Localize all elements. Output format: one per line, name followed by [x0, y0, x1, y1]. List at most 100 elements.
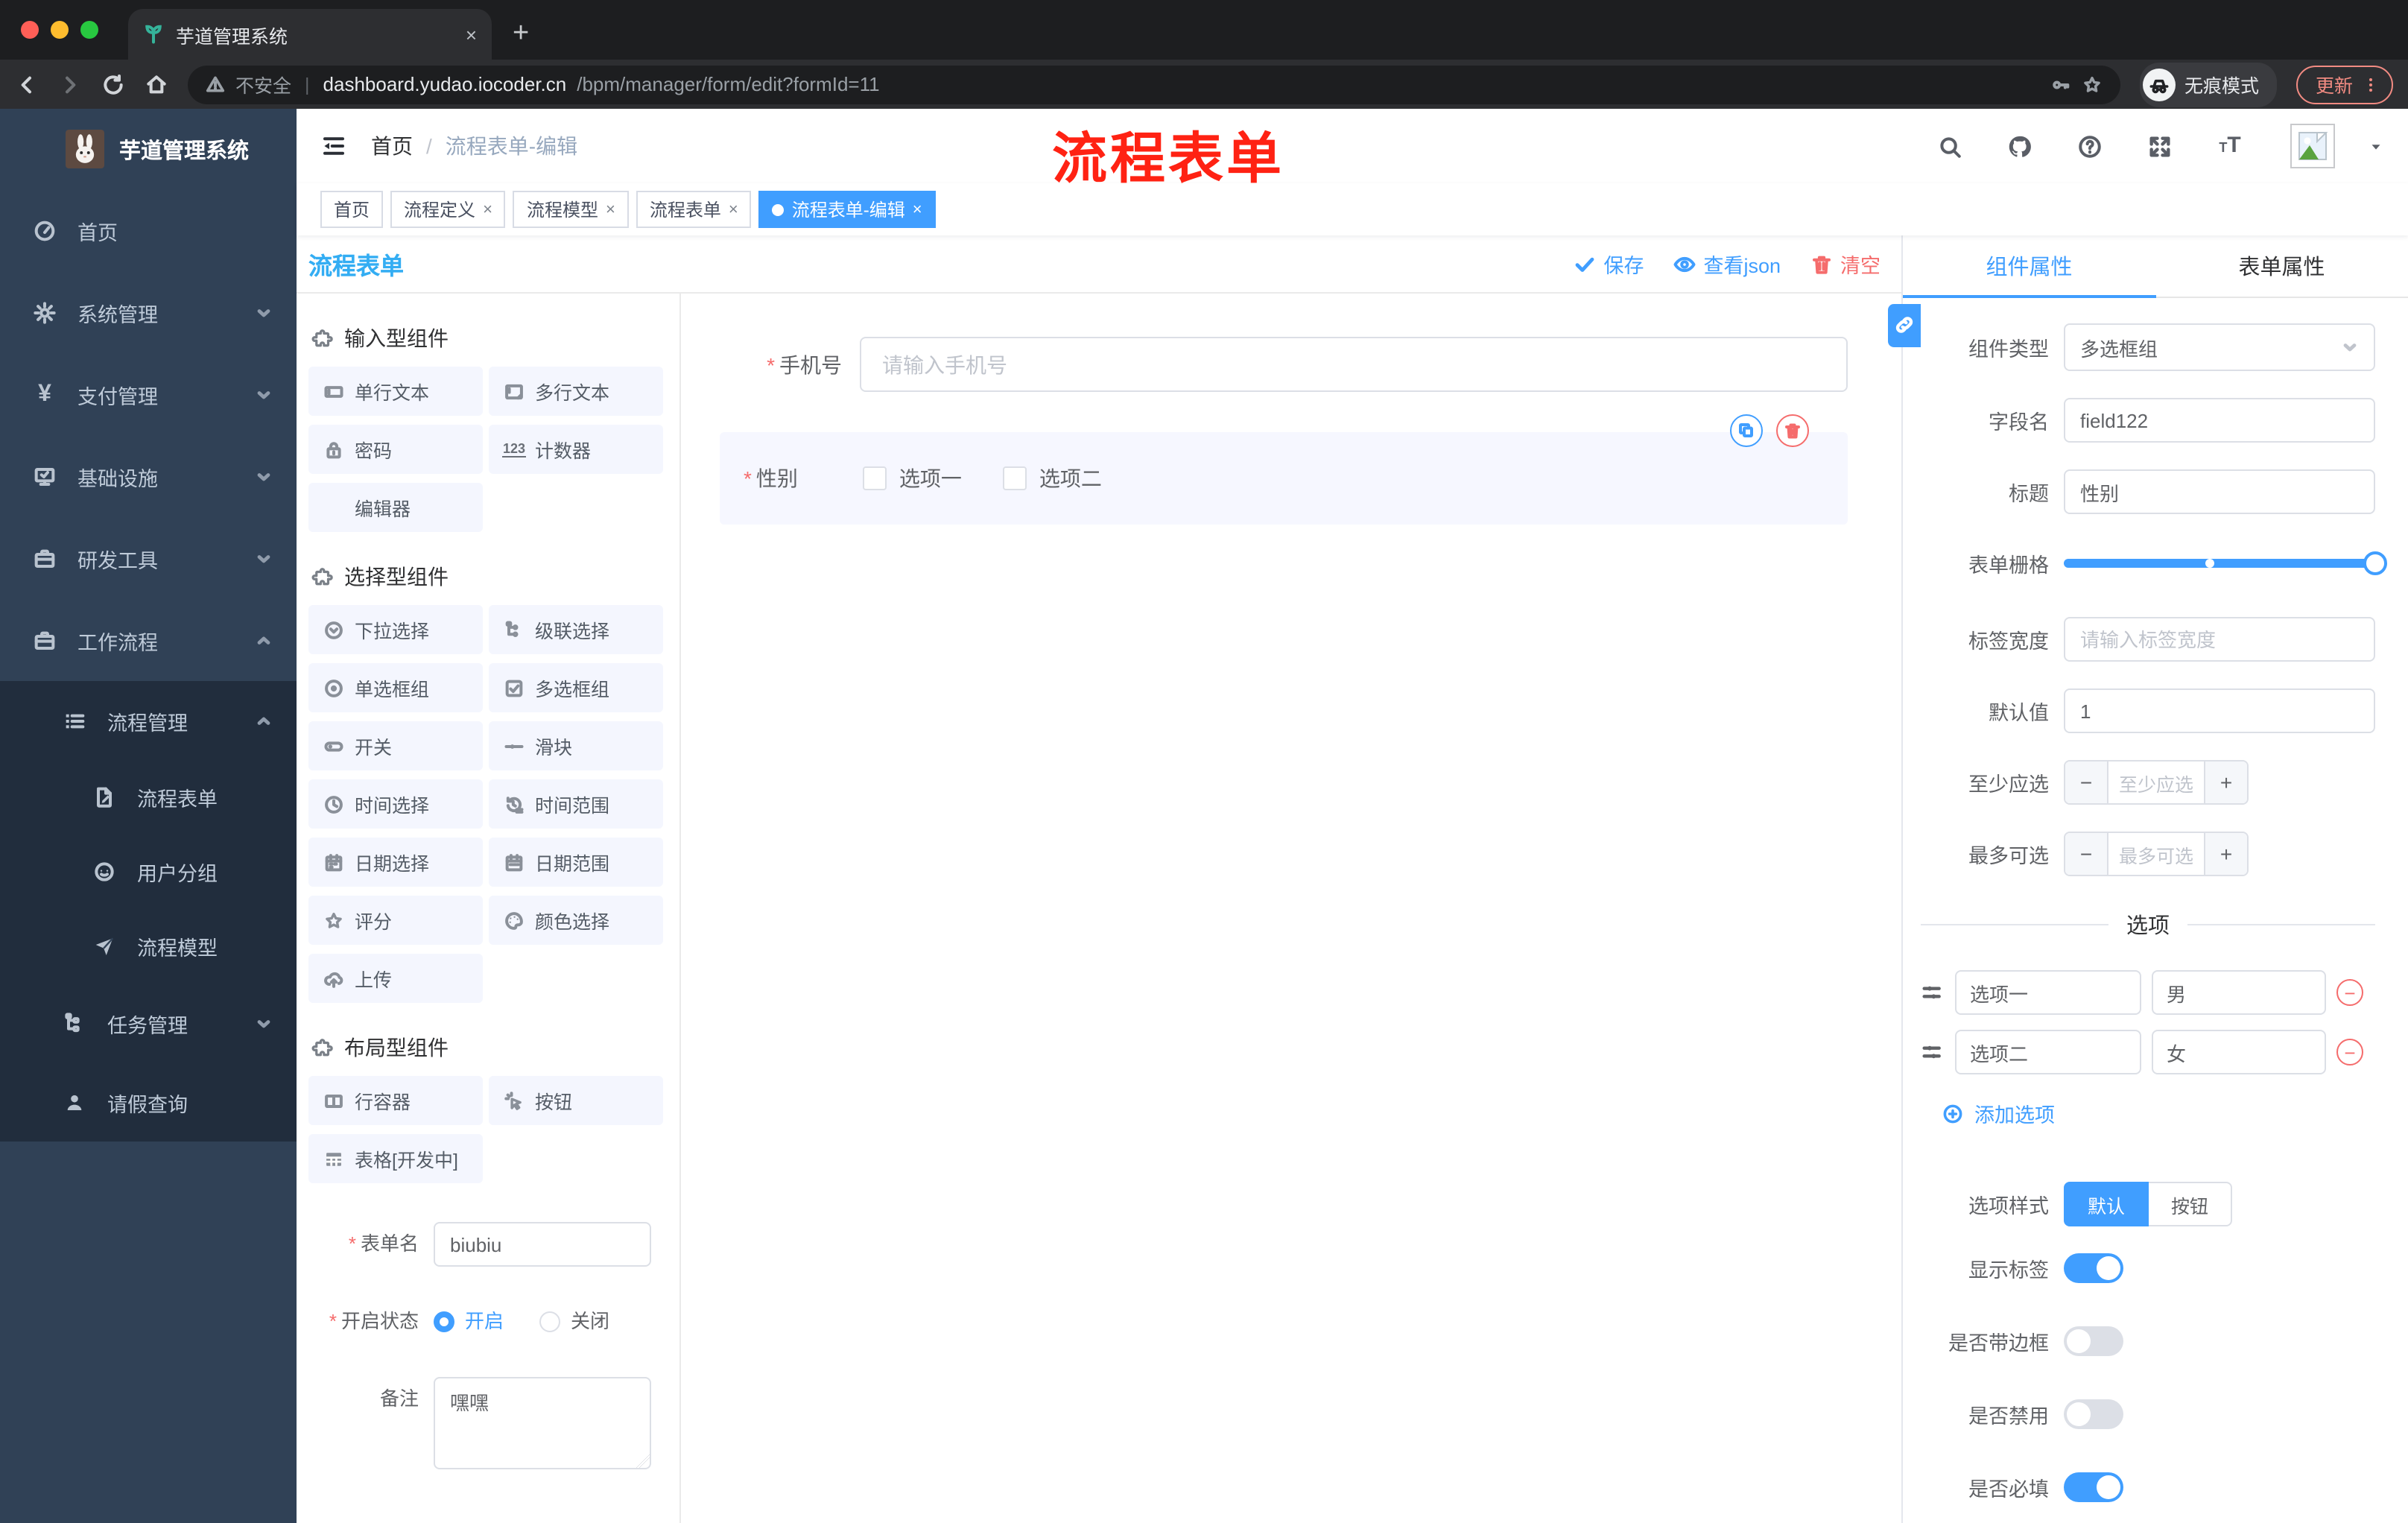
palette-item-date-range[interactable]: 日期范围 [489, 838, 663, 887]
remove-option-button[interactable]: − [2336, 979, 2363, 1006]
sidebar-item-task-mgmt[interactable]: 任务管理 [0, 984, 297, 1063]
palette-item-editor[interactable]: 编辑器 [308, 483, 483, 532]
min-select-stepper[interactable]: − 至少应选 + [2064, 760, 2249, 805]
save-button[interactable]: 保存 [1574, 249, 1644, 279]
sidebar-item-leave-query[interactable]: 请假查询 [0, 1063, 297, 1142]
palette-item-cascader[interactable]: 级联选择 [489, 605, 663, 654]
tag-process-model[interactable]: 流程模型 × [513, 191, 629, 228]
breadcrumb-home[interactable]: 首页 [371, 131, 413, 161]
remove-option-button[interactable]: − [2336, 1039, 2363, 1066]
palette-item-row[interactable]: 行容器 [308, 1076, 483, 1125]
palette-item-select[interactable]: 下拉选择 [308, 605, 483, 654]
browser-tab[interactable]: 芋道管理系统 × [128, 9, 492, 60]
canvas-field-gender-selected[interactable]: 性别 选项一 选项二 [720, 414, 1848, 525]
sidebar-item-workflow[interactable]: 工作流程 [0, 599, 297, 681]
title-input[interactable] [2064, 469, 2375, 514]
slider-track[interactable] [2064, 551, 2387, 575]
browser-update-button[interactable]: 更新 [2295, 65, 2393, 104]
github-icon[interactable] [2007, 133, 2032, 159]
close-icon[interactable]: × [913, 200, 922, 218]
minus-button[interactable]: − [2065, 833, 2108, 875]
palette-item-upload[interactable]: 上传 [308, 954, 483, 1003]
home-icon[interactable] [145, 72, 168, 96]
caret-down-icon[interactable] [2368, 138, 2384, 154]
option-1-value-input[interactable] [2152, 970, 2326, 1015]
phone-input[interactable] [860, 337, 1848, 392]
disabled-toggle[interactable] [2064, 1399, 2123, 1429]
checkbox-box[interactable] [1003, 466, 1027, 490]
text-size-icon[interactable]: TT [2217, 133, 2243, 159]
forward-icon[interactable] [58, 72, 82, 96]
grid-slider[interactable] [2064, 541, 2387, 586]
tab-form-props[interactable]: 表单属性 [2155, 235, 2408, 297]
drag-handle-icon[interactable] [1921, 981, 1945, 1004]
tag-process-def[interactable]: 流程定义 × [390, 191, 506, 228]
max-select-stepper[interactable]: − 最多可选 + [2064, 832, 2249, 876]
sidebar-item-system[interactable]: 系统管理 [0, 271, 297, 353]
option-2-value-input[interactable] [2152, 1030, 2326, 1074]
palette-item-radio-group[interactable]: 单选框组 [308, 663, 483, 712]
question-icon[interactable] [2077, 133, 2103, 159]
max-select-placeholder[interactable]: 最多可选 [2108, 833, 2204, 875]
remark-textarea[interactable]: 嘿嘿 [434, 1377, 651, 1469]
close-icon[interactable]: × [729, 200, 738, 218]
bookmark-star-icon[interactable] [2082, 74, 2103, 95]
sidebar-item-process-form[interactable]: 流程表单 [0, 760, 297, 835]
search-icon[interactable] [1937, 133, 1962, 159]
tag-home[interactable]: 首页 [320, 191, 384, 228]
delete-field-button[interactable] [1776, 414, 1809, 447]
drag-handle-icon[interactable] [1921, 1040, 1945, 1064]
view-json-button[interactable]: 查看json [1673, 249, 1781, 279]
status-radio-on[interactable]: 开启 [434, 1299, 504, 1344]
close-icon[interactable]: × [483, 200, 492, 218]
min-select-placeholder[interactable]: 至少应选 [2108, 762, 2204, 803]
palette-item-single-text[interactable]: 单行文本 [308, 367, 483, 416]
sidebar-item-devtools[interactable]: 研发工具 [0, 517, 297, 599]
checkbox-box[interactable] [863, 466, 887, 490]
add-option-button[interactable]: 添加选项 [1942, 1098, 2375, 1128]
palette-item-checkbox-group[interactable]: 多选框组 [489, 663, 663, 712]
style-button-button[interactable]: 按钮 [2149, 1182, 2233, 1226]
tab-component-props[interactable]: 组件属性 [1903, 235, 2155, 298]
component-type-select[interactable]: 多选框组 [2064, 323, 2375, 371]
palette-item-password[interactable]: 密码 [308, 425, 483, 474]
label-width-input[interactable] [2064, 617, 2375, 662]
minus-button[interactable]: − [2065, 762, 2108, 803]
palette-item-button[interactable]: 按钮 [489, 1076, 663, 1125]
canvas-field-phone[interactable]: 手机号 [720, 337, 1848, 392]
palette-item-slider[interactable]: 滑块 [489, 721, 663, 770]
reload-icon[interactable] [101, 72, 125, 96]
menu-fold-icon[interactable] [320, 133, 347, 159]
address-bar[interactable]: 不安全 | dashboard.yudao.iocoder.cn/bpm/man… [188, 65, 2120, 104]
palette-item-rate[interactable]: 评分 [308, 896, 483, 945]
palette-item-time[interactable]: 时间选择 [308, 779, 483, 829]
gender-option-2[interactable]: 选项二 [1003, 463, 1102, 493]
fullscreen-icon[interactable] [2147, 133, 2173, 159]
incognito-badge[interactable]: 无痕模式 [2139, 62, 2277, 107]
zoom-window-button[interactable] [80, 21, 98, 39]
plus-button[interactable]: + [2204, 833, 2247, 875]
link-handle[interactable] [1888, 304, 1921, 347]
window-controls[interactable] [21, 21, 98, 39]
palette-item-color[interactable]: 颜色选择 [489, 896, 663, 945]
sidebar-item-infra[interactable]: 基础设施 [0, 435, 297, 517]
field-name-input[interactable] [2064, 398, 2375, 443]
palette-item-time-range[interactable]: 时间范围 [489, 779, 663, 829]
sidebar-item-payment[interactable]: ¥ 支付管理 [0, 353, 297, 435]
palette-item-counter[interactable]: 123 计数器 [489, 425, 663, 474]
clear-button[interactable]: 清空 [1810, 249, 1881, 279]
option-2-label-input[interactable] [1955, 1030, 2141, 1074]
menu-dots-icon[interactable] [2362, 75, 2380, 93]
default-value-input[interactable] [2064, 688, 2375, 733]
gender-option-1[interactable]: 选项一 [863, 463, 962, 493]
minimize-window-button[interactable] [51, 21, 69, 39]
sidebar-item-process-mgmt[interactable]: 流程管理 [0, 681, 297, 760]
tag-process-form[interactable]: 流程表单 × [636, 191, 752, 228]
copy-field-button[interactable] [1730, 414, 1763, 447]
palette-item-multi-text[interactable]: 多行文本 [489, 367, 663, 416]
tab-close-icon[interactable]: × [466, 23, 477, 45]
palette-item-date[interactable]: 日期选择 [308, 838, 483, 887]
tag-process-form-edit[interactable]: 流程表单-编辑 × [758, 191, 936, 228]
slider-handle[interactable] [2363, 551, 2387, 575]
key-icon[interactable] [2050, 74, 2071, 95]
